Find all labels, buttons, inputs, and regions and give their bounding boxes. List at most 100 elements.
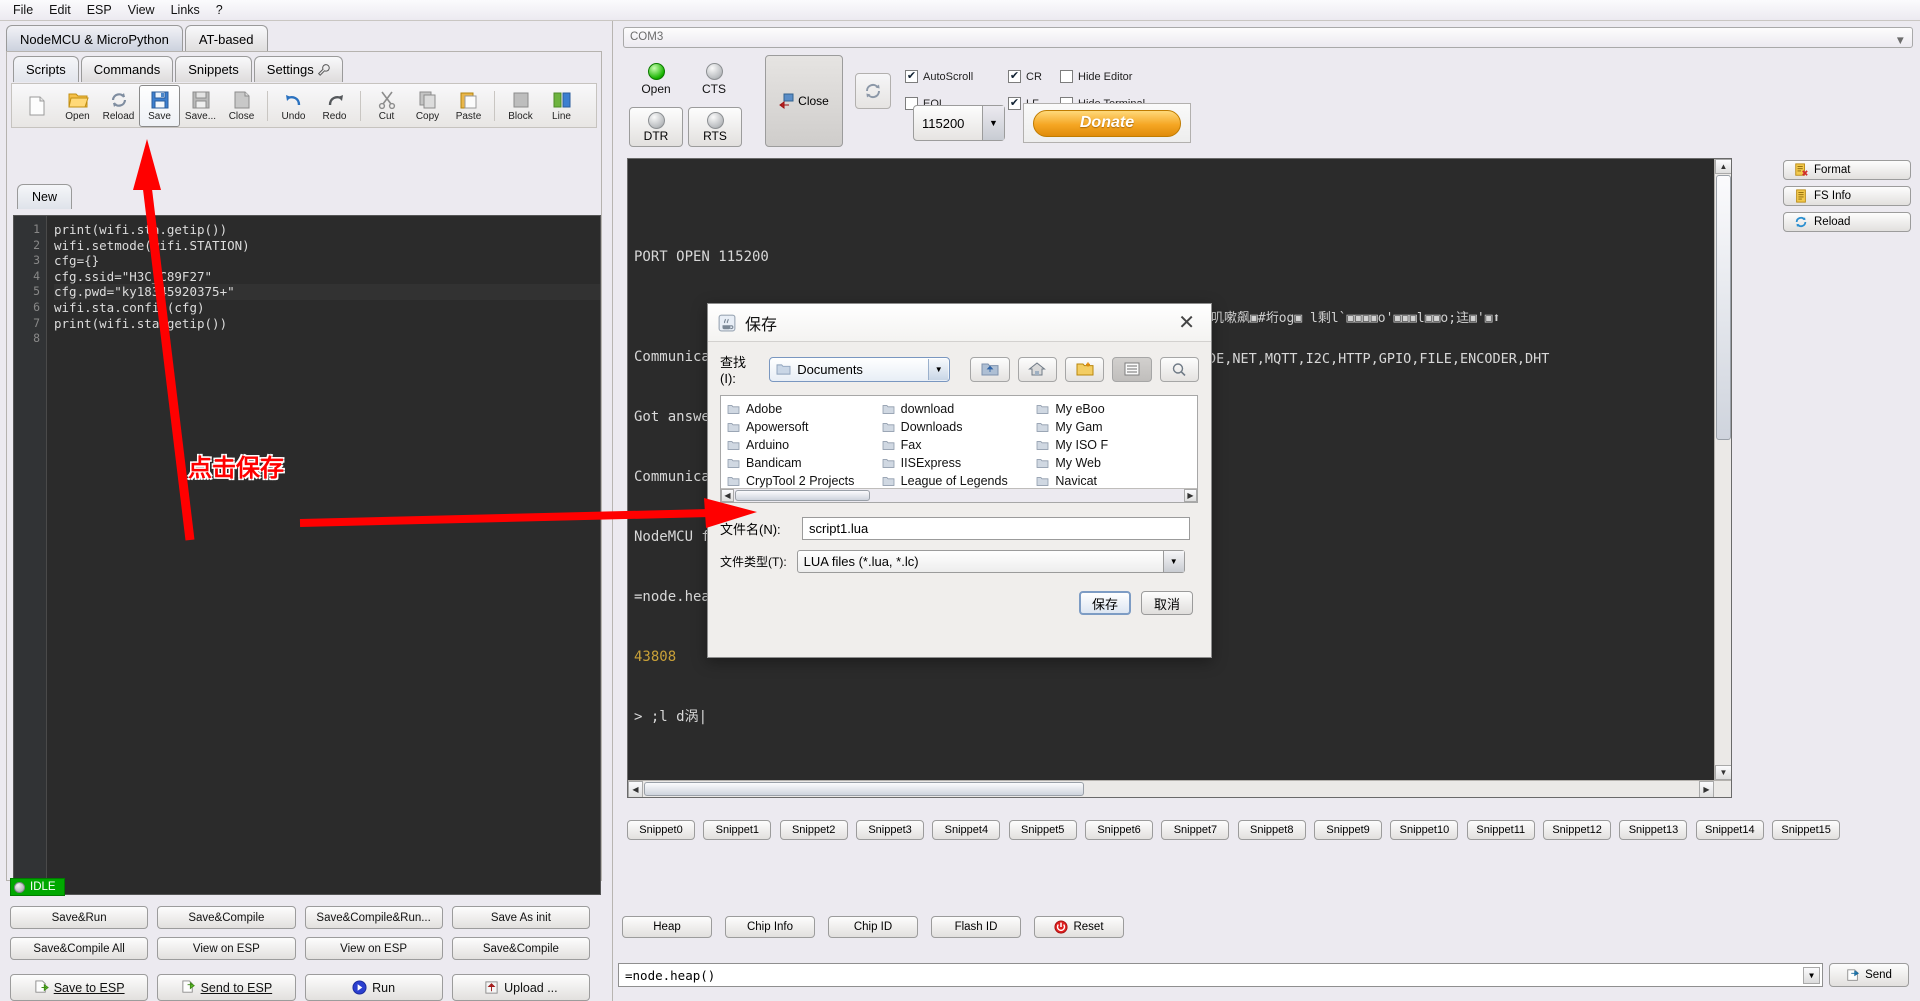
toolbar-undo-button[interactable]: Undo bbox=[273, 85, 314, 127]
save-compile-run-button[interactable]: Save&Compile&Run... bbox=[304, 906, 443, 929]
scroll-right-icon[interactable]: ▶ bbox=[1184, 489, 1197, 502]
tab-scripts[interactable]: Scripts bbox=[13, 56, 79, 82]
file-list-item[interactable]: My Web bbox=[1036, 454, 1191, 472]
home-button[interactable] bbox=[1017, 356, 1057, 382]
chevron-down-icon[interactable]: ▼ bbox=[1162, 551, 1184, 572]
file-list-item[interactable]: My ISO F bbox=[1036, 436, 1191, 454]
chip-info-button[interactable]: Chip Info bbox=[725, 916, 815, 938]
chevron-down-icon[interactable]: ▼ bbox=[928, 358, 949, 380]
save-as-init-button[interactable]: Save As init bbox=[451, 906, 590, 929]
fs-info-button[interactable]: FS Info bbox=[1783, 186, 1911, 206]
menu-item-help[interactable]: ? bbox=[209, 1, 230, 19]
filetype-select[interactable]: LUA files (*.lua, *.lc) ▼ bbox=[796, 550, 1185, 573]
snippet-button[interactable]: Snippet6 bbox=[1085, 820, 1154, 840]
fs-reload-button[interactable]: Reload bbox=[1783, 212, 1911, 232]
terminal-hscrollbar[interactable]: ◀ ▶ bbox=[628, 780, 1731, 797]
flash-id-button[interactable]: Flash ID bbox=[931, 916, 1021, 938]
toolbar-open-button[interactable]: Open bbox=[57, 85, 98, 127]
toolbar-paste-button[interactable]: Paste bbox=[448, 85, 489, 127]
toolbar-block-button[interactable]: Block bbox=[500, 85, 541, 127]
toolbar-cut-button[interactable]: Cut bbox=[366, 85, 407, 127]
close-icon[interactable]: ✕ bbox=[1172, 313, 1201, 333]
snippet-button[interactable]: Snippet3 bbox=[856, 820, 925, 840]
send-button[interactable]: Send bbox=[1829, 963, 1909, 987]
open-indicator[interactable]: Open bbox=[627, 63, 685, 96]
code-text-area[interactable]: print(wifi.sta.getip()) wifi.setmode(wif… bbox=[48, 216, 600, 894]
format-button[interactable]: Format bbox=[1783, 160, 1911, 180]
toolbar-copy-button[interactable]: Copy bbox=[407, 85, 448, 127]
tab-commands[interactable]: Commands bbox=[80, 56, 174, 82]
snippet-button[interactable]: Snippet5 bbox=[1008, 820, 1077, 840]
snippet-button[interactable]: Snippet4 bbox=[932, 820, 1001, 840]
snippet-button[interactable]: Snippet0 bbox=[627, 820, 695, 840]
tab-settings[interactable]: Settings bbox=[253, 56, 343, 82]
toolbar-save-as-button[interactable]: Save... bbox=[180, 85, 221, 127]
donate-button[interactable]: Donate bbox=[1033, 109, 1181, 137]
cr-checkbox[interactable]: CR bbox=[1008, 70, 1042, 83]
hide-editor-checkbox[interactable]: Hide Editor bbox=[1060, 70, 1132, 83]
up-folder-button[interactable] bbox=[970, 356, 1010, 382]
toolbar-save-button[interactable]: Save bbox=[139, 84, 180, 127]
chip-id-button[interactable]: Chip ID bbox=[828, 916, 918, 938]
file-list-item[interactable]: Arduino bbox=[727, 436, 882, 454]
save-compile-button-2[interactable]: Save&Compile bbox=[451, 937, 590, 960]
run-button[interactable]: Run bbox=[304, 974, 443, 1001]
file-list-item[interactable]: Downloads bbox=[882, 418, 1037, 436]
heap-button[interactable]: Heap bbox=[622, 916, 712, 938]
terminal-vscrollbar[interactable]: ▲ ▼ bbox=[1714, 159, 1731, 797]
snippet-button[interactable]: Snippet10 bbox=[1390, 820, 1459, 840]
menu-item-file[interactable]: File bbox=[6, 1, 40, 19]
tab-snippets[interactable]: Snippets bbox=[175, 56, 252, 82]
new-folder-button[interactable] bbox=[1064, 356, 1105, 382]
menu-item-links[interactable]: Links bbox=[164, 1, 207, 19]
dialog-cancel-button[interactable]: 取消 bbox=[1141, 591, 1193, 615]
file-list-item[interactable]: download bbox=[882, 400, 1037, 418]
file-list-item[interactable]: Apowersoft bbox=[727, 418, 882, 436]
view-on-esp-button-2[interactable]: View on ESP bbox=[304, 937, 443, 960]
file-list-item[interactable]: My eBoo bbox=[1036, 400, 1191, 418]
snippet-button[interactable]: Snippet11 bbox=[1466, 820, 1535, 840]
terminal-hscroll-thumb[interactable] bbox=[644, 782, 1084, 796]
file-list-item[interactable]: IISExpress bbox=[882, 454, 1037, 472]
rts-button[interactable]: RTS bbox=[688, 107, 742, 147]
scroll-down-icon[interactable]: ▼ bbox=[1715, 765, 1731, 780]
menu-item-view[interactable]: View bbox=[121, 1, 162, 19]
command-input[interactable]: =node.heap() ▼ bbox=[618, 963, 1823, 987]
snippet-button[interactable]: Snippet7 bbox=[1161, 820, 1230, 840]
filename-input[interactable]: script1.lua bbox=[802, 517, 1190, 540]
scroll-up-icon[interactable]: ▲ bbox=[1715, 159, 1731, 174]
dtr-button[interactable]: DTR bbox=[629, 107, 683, 147]
scroll-left-icon[interactable]: ◀ bbox=[628, 781, 643, 797]
snippet-button[interactable]: Snippet13 bbox=[1619, 820, 1688, 840]
autoscroll-checkbox[interactable]: AutoScroll bbox=[905, 70, 973, 83]
snippet-button[interactable]: Snippet1 bbox=[703, 820, 772, 840]
dialog-save-button[interactable]: 保存 bbox=[1079, 591, 1131, 615]
snippet-button[interactable]: Snippet2 bbox=[779, 820, 848, 840]
snippet-button[interactable]: Snippet8 bbox=[1237, 820, 1306, 840]
view-on-esp-button-1[interactable]: View on ESP bbox=[157, 937, 296, 960]
file-tab-new[interactable]: New bbox=[17, 184, 73, 209]
toolbar-new-button[interactable] bbox=[16, 85, 57, 127]
snippet-button[interactable]: Snippet15 bbox=[1772, 820, 1841, 840]
file-list-hscrollbar[interactable]: ◀ ▶ bbox=[721, 488, 1197, 502]
tab-at-based[interactable]: AT-based bbox=[184, 25, 268, 53]
snippet-button[interactable]: Snippet12 bbox=[1543, 820, 1612, 840]
baudrate-select[interactable]: 115200 ▼ bbox=[913, 105, 1005, 141]
terminal-vscroll-thumb[interactable] bbox=[1716, 175, 1731, 440]
scroll-left-icon[interactable]: ◀ bbox=[721, 489, 734, 502]
toolbar-reload-button[interactable]: Reload bbox=[98, 85, 139, 127]
menu-item-edit[interactable]: Edit bbox=[42, 1, 78, 19]
save-and-run-button[interactable]: Save&Run bbox=[10, 906, 149, 929]
menu-item-esp[interactable]: ESP bbox=[80, 1, 119, 19]
file-list-item[interactable]: Adobe bbox=[727, 400, 882, 418]
tab-nodemcu-micropython[interactable]: NodeMCU & MicroPython bbox=[6, 25, 183, 53]
toolbar-redo-button[interactable]: Redo bbox=[314, 85, 355, 127]
file-list-item[interactable]: Fax bbox=[882, 436, 1037, 454]
snippet-button[interactable]: Snippet14 bbox=[1695, 820, 1764, 840]
file-browser-list[interactable]: Adobe Apowersoft Arduino Bandicam CrypTo… bbox=[720, 395, 1198, 503]
send-to-esp-button[interactable]: Send to ESP bbox=[157, 974, 296, 1001]
details-view-button[interactable] bbox=[1159, 356, 1200, 382]
look-in-select[interactable]: Documents ▼ bbox=[769, 356, 951, 382]
save-to-esp-button[interactable]: Save to ESP bbox=[10, 974, 149, 1001]
reset-button[interactable]: Reset bbox=[1034, 916, 1124, 938]
